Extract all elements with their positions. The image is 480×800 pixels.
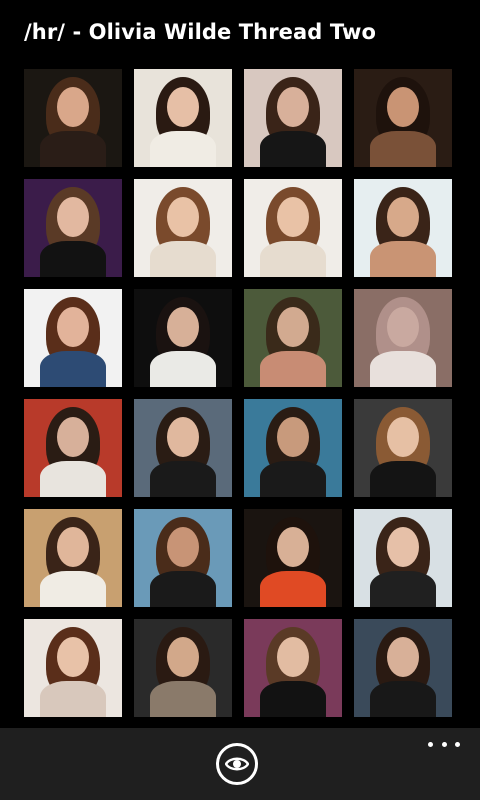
thumbnail-face-shape bbox=[387, 197, 419, 237]
thumbnail-body-shape bbox=[150, 241, 216, 277]
thumbnail-body-shape bbox=[370, 571, 436, 607]
thumbnail-face-shape bbox=[57, 637, 89, 677]
thumbnail-body-shape bbox=[150, 461, 216, 497]
thumbnail-image[interactable] bbox=[24, 69, 122, 167]
thumbnail-image[interactable] bbox=[354, 69, 452, 167]
thumbnail-body-shape bbox=[260, 681, 326, 717]
eye-icon bbox=[225, 757, 249, 771]
thumbnail-image[interactable] bbox=[134, 289, 232, 387]
thumbnail-body-shape bbox=[370, 461, 436, 497]
thumbnail-image[interactable] bbox=[24, 179, 122, 277]
thumbnail-image[interactable] bbox=[134, 509, 232, 607]
thumbnail-face-shape bbox=[167, 527, 199, 567]
thumbnail-image[interactable] bbox=[354, 509, 452, 607]
thumbnail-image[interactable] bbox=[354, 399, 452, 497]
thumbnail-image[interactable] bbox=[244, 289, 342, 387]
thumbnail-image[interactable] bbox=[134, 619, 232, 717]
thumbnail-body-shape bbox=[40, 131, 106, 167]
thumbnail-face-shape bbox=[167, 417, 199, 457]
ellipsis-dot bbox=[441, 741, 447, 747]
thumbnail-face-shape bbox=[387, 527, 419, 567]
thumbnail-image[interactable] bbox=[24, 509, 122, 607]
thumbnail-face-shape bbox=[277, 197, 309, 237]
view-button[interactable] bbox=[216, 743, 258, 785]
thumbnail-body-shape bbox=[260, 571, 326, 607]
thumbnail-body-shape bbox=[40, 681, 106, 717]
thumbnail-body-shape bbox=[260, 461, 326, 497]
thumbnail-face-shape bbox=[57, 527, 89, 567]
thumbnail-image[interactable] bbox=[24, 289, 122, 387]
thumbnail-body-shape bbox=[370, 241, 436, 277]
thumbnail-face-shape bbox=[277, 637, 309, 677]
thumbnail-face-shape bbox=[387, 417, 419, 457]
thumbnail-face-shape bbox=[57, 197, 89, 237]
thumbnail-body-shape bbox=[150, 351, 216, 387]
thumbnail-body-shape bbox=[370, 351, 436, 387]
thumbnail-face-shape bbox=[167, 307, 199, 347]
ellipsis-dot bbox=[455, 741, 460, 747]
thumbnail-image[interactable] bbox=[244, 179, 342, 277]
thumbnail-face-shape bbox=[277, 527, 309, 567]
thumbnail-body-shape bbox=[260, 241, 326, 277]
thumbnail-body-shape bbox=[370, 131, 436, 167]
thumbnail-face-shape bbox=[277, 417, 309, 457]
ellipsis-dot bbox=[428, 741, 433, 747]
thumbnail-image[interactable] bbox=[244, 399, 342, 497]
more-options-button[interactable] bbox=[428, 736, 460, 752]
thumbnail-body-shape bbox=[150, 131, 216, 167]
thumbnail-image[interactable] bbox=[24, 619, 122, 717]
thumbnail-image[interactable] bbox=[244, 69, 342, 167]
application-bar bbox=[0, 728, 480, 800]
thumbnail-face-shape bbox=[167, 637, 199, 677]
thumbnail-body-shape bbox=[40, 571, 106, 607]
thumbnail-face-shape bbox=[277, 307, 309, 347]
thumbnail-body-shape bbox=[40, 351, 106, 387]
thumbnail-face-shape bbox=[57, 87, 89, 127]
thread-gallery-page: /hr/ - Olivia Wilde Thread Two bbox=[0, 0, 480, 800]
thumbnail-image[interactable] bbox=[134, 179, 232, 277]
thumbnail-face-shape bbox=[167, 87, 199, 127]
thumbnail-body-shape bbox=[40, 241, 106, 277]
thumbnail-body-shape bbox=[260, 131, 326, 167]
thumbnail-image[interactable] bbox=[354, 179, 452, 277]
thumbnail-image[interactable] bbox=[134, 399, 232, 497]
page-title: /hr/ - Olivia Wilde Thread Two bbox=[24, 20, 376, 44]
thumbnail-face-shape bbox=[57, 307, 89, 347]
thumbnail-body-shape bbox=[370, 681, 436, 717]
thumbnail-image[interactable] bbox=[354, 289, 452, 387]
thumbnail-body-shape bbox=[150, 571, 216, 607]
thumbnail-face-shape bbox=[387, 637, 419, 677]
thumbnail-body-shape bbox=[40, 461, 106, 497]
thumbnail-body-shape bbox=[260, 351, 326, 387]
thumbnail-body-shape bbox=[150, 681, 216, 717]
image-grid bbox=[24, 69, 454, 719]
thumbnail-face-shape bbox=[277, 87, 309, 127]
thumbnail-face-shape bbox=[57, 417, 89, 457]
thumbnail-face-shape bbox=[167, 197, 199, 237]
thumbnail-face-shape bbox=[387, 87, 419, 127]
thumbnail-image[interactable] bbox=[24, 399, 122, 497]
thumbnail-face-shape bbox=[387, 307, 419, 347]
thumbnail-image[interactable] bbox=[244, 619, 342, 717]
thumbnail-image[interactable] bbox=[244, 509, 342, 607]
thumbnail-image[interactable] bbox=[354, 619, 452, 717]
thumbnail-image[interactable] bbox=[134, 69, 232, 167]
